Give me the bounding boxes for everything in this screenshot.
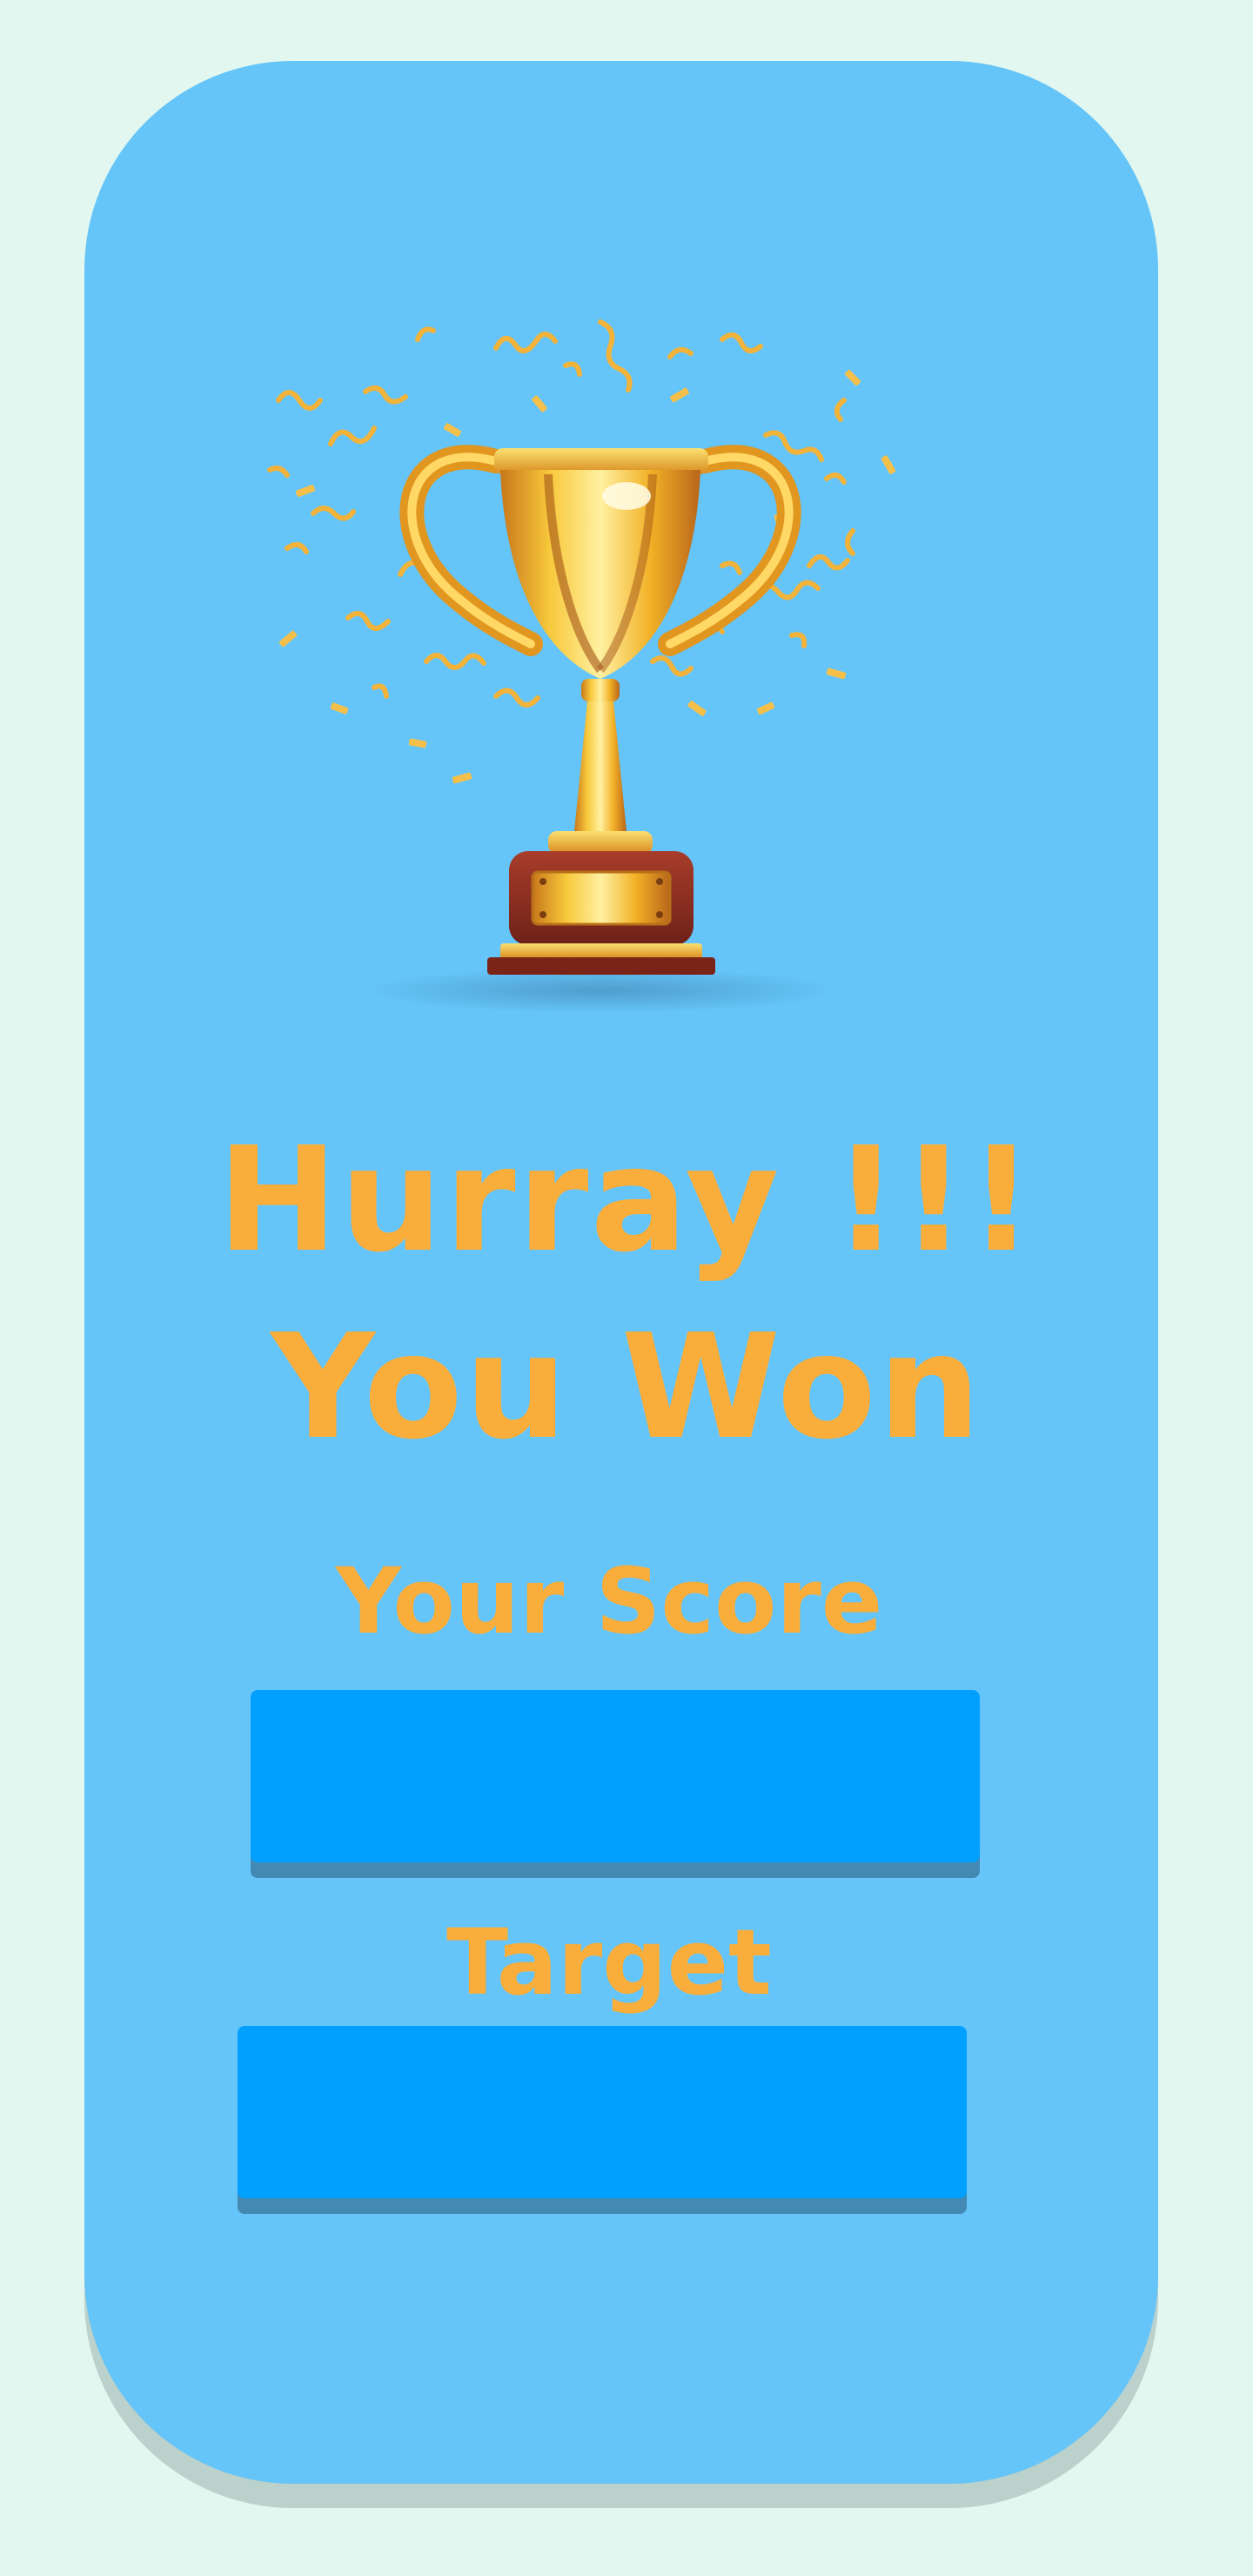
trophy-illustration xyxy=(235,287,966,1027)
score-value-box xyxy=(251,1690,980,1862)
target-value-box xyxy=(238,2026,967,2198)
headline-hurray: Hurray !!! xyxy=(217,1117,1036,1285)
trophy-icon xyxy=(399,445,801,975)
headline-you-won: You Won xyxy=(270,1304,983,1472)
target-label: Target xyxy=(446,1909,772,2016)
score-label: Your Score xyxy=(335,1548,883,1654)
